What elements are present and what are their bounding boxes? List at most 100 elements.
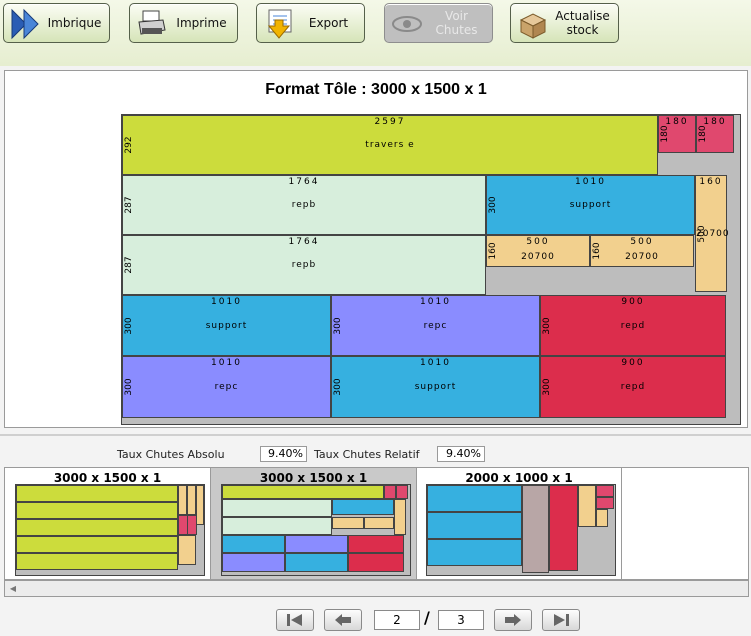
panel-separator — [0, 434, 751, 436]
piece-support: 1010 300 support — [331, 356, 540, 418]
piece-name-label: repd — [620, 320, 646, 331]
piece-name-label: repc — [423, 320, 448, 331]
piece-20700: 500 160 20700 — [486, 235, 590, 267]
thumbnail-piece — [196, 485, 204, 525]
thumbnail-piece — [16, 519, 178, 536]
export-label: Export — [308, 16, 349, 30]
printer-icon — [138, 10, 166, 35]
thumbnail-piece — [522, 485, 549, 573]
imbrique-label: Imbrique — [47, 16, 102, 30]
double-chevron-right-icon — [11, 8, 39, 40]
previous-page-button[interactable] — [324, 609, 362, 631]
piece-width-label: 500 — [526, 237, 550, 247]
arrow-right-icon — [505, 614, 521, 626]
imprime-button[interactable]: Imprime — [129, 3, 238, 43]
piece-small: 180 180 — [658, 115, 696, 153]
thumbnail-layout — [426, 484, 616, 576]
thumbnail-title: 3000 x 1500 x 1 — [259, 471, 368, 485]
last-page-button[interactable] — [542, 609, 580, 631]
piece-width-label: 1010 — [420, 297, 451, 307]
piece-support: 1010 300 support — [486, 175, 695, 235]
thumbnail-piece — [178, 485, 187, 515]
sheet-layout: 2597 292 travers e 180 180 180 180 1764 287 repb 1… — [121, 114, 741, 425]
piece-repd: 900 300 repd — [540, 295, 726, 356]
page-separator: / — [424, 608, 430, 627]
piece-name-label: support — [569, 200, 612, 210]
thumbnail-piece — [187, 485, 196, 515]
piece-name-label: support — [414, 382, 457, 392]
nesting-view: Format Tôle : 3000 x 1500 x 1 2597 292 tra… — [4, 70, 748, 428]
piece-name-label: repc — [214, 382, 239, 392]
thumbnail-sheet-2[interactable]: 3000 x 1500 x 1 — [211, 468, 417, 579]
actualise-stock-label: Actualise stock — [555, 9, 610, 37]
thumbnail-piece — [427, 512, 522, 539]
sheet-format-title: Format Tôle : 3000 x 1500 x 1 — [265, 81, 487, 98]
thumbnail-piece — [332, 499, 394, 515]
last-page-icon — [554, 614, 569, 626]
piece-height-label: 180 — [698, 125, 708, 143]
thumbnail-piece — [222, 553, 285, 572]
thumbnail-piece — [16, 502, 178, 519]
thumbnail-piece — [332, 517, 364, 529]
thumbnail-piece — [285, 535, 348, 553]
stock-box-icon — [519, 13, 547, 39]
piece-width-label: 1764 — [288, 177, 320, 187]
taux-chutes-absolu-value: 9.40% — [260, 446, 307, 462]
horizontal-scrollbar[interactable]: ◀ — [4, 580, 749, 597]
piece-name-label: repd — [620, 382, 646, 392]
piece-width-label: 160 — [699, 177, 723, 187]
total-pages-field: 3 — [438, 610, 484, 630]
first-page-button[interactable] — [276, 609, 314, 631]
piece-repc: 1010 300 repc — [331, 295, 540, 356]
piece-traverse: 2597 292 travers e — [122, 115, 658, 175]
next-page-button[interactable] — [494, 609, 532, 631]
taux-chutes-relatif-value: 9.40% — [437, 446, 485, 462]
thumbnail-sheet-1[interactable]: 3000 x 1500 x 1 — [5, 468, 211, 579]
thumbnail-layout — [15, 484, 205, 576]
thumbnail-piece — [427, 539, 522, 566]
imprime-label: Imprime — [176, 16, 227, 30]
imbrique-button[interactable]: Imbrique — [3, 3, 110, 43]
piece-repb: 1764 287 repb — [122, 235, 486, 295]
current-page-field[interactable]: 2 — [374, 610, 420, 630]
voir-chutes-button[interactable]: Voir Chutes — [384, 3, 493, 43]
piece-support: 1010 300 support — [122, 295, 331, 356]
thumbnail-piece — [596, 485, 614, 497]
thumbnail-piece — [396, 485, 408, 499]
toolbar: Imbrique Imprime Export Voir Chutes Actu… — [0, 0, 751, 66]
thumbnail-piece — [596, 509, 608, 527]
piece-name-label: travers e — [365, 140, 415, 150]
piece-20700: 160 500 20700 — [695, 175, 730, 292]
piece-name-label: 20700 — [696, 228, 730, 239]
thumbnail-piece — [348, 535, 404, 553]
piece-width-label: 900 — [621, 358, 645, 368]
export-button[interactable]: Export — [256, 3, 365, 43]
piece-repd: 900 300 repd — [540, 356, 726, 418]
thumbnail-piece — [394, 499, 406, 535]
piece-name-label: support — [205, 320, 248, 331]
thumbnail-piece — [364, 517, 394, 529]
thumbnail-piece — [348, 553, 404, 572]
thumbnail-piece — [178, 535, 196, 565]
piece-repb: 1764 287 repb — [122, 175, 486, 235]
scroll-left-arrow-icon[interactable]: ◀ — [6, 582, 20, 595]
thumbnail-piece — [16, 485, 178, 502]
thumbnail-title: 2000 x 1000 x 1 — [465, 471, 573, 485]
piece-20700: 500 160 20700 — [590, 235, 694, 267]
thumbnail-piece — [549, 485, 578, 571]
thumbnail-sheet-3[interactable]: 2000 x 1000 x 1 — [417, 468, 622, 579]
sheet-thumbnails: 3000 x 1500 x 1 3000 x 1500 x 1 2000 x 1… — [4, 467, 749, 580]
piece-width-label: 1010 — [211, 358, 242, 368]
eye-icon — [392, 16, 422, 32]
actualise-stock-button[interactable]: Actualise stock — [510, 3, 619, 43]
thumbnail-piece — [222, 535, 285, 553]
piece-width-label: 1010 — [211, 297, 242, 307]
piece-repc: 1010 300 repc — [122, 356, 331, 418]
thumbnail-piece — [578, 485, 596, 527]
taux-chutes-relatif-label: Taux Chutes Relatif — [314, 448, 420, 461]
thumbnail-piece — [16, 536, 178, 553]
thumbnail-title: 3000 x 1500 x 1 — [53, 471, 162, 485]
thumbnail-layout — [221, 484, 411, 576]
thumbnail-piece — [596, 497, 614, 509]
thumbnail-piece — [222, 485, 384, 499]
